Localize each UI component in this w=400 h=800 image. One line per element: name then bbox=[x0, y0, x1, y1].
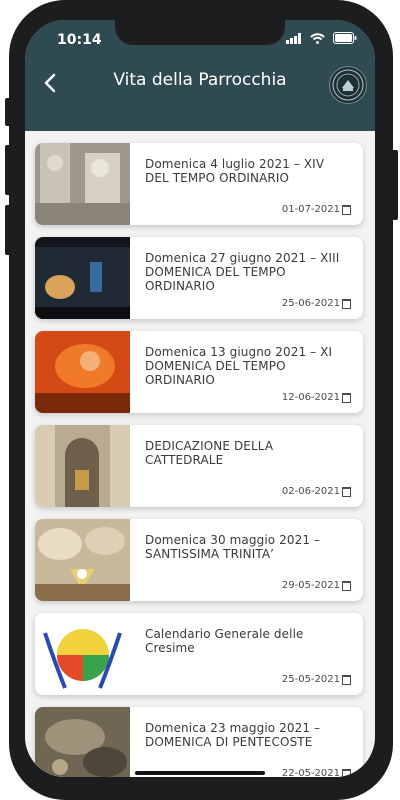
seal-graphic bbox=[332, 69, 364, 101]
power-button bbox=[392, 150, 398, 220]
post-date: 12-06-2021 bbox=[282, 392, 351, 403]
notch bbox=[115, 20, 285, 45]
post-title: Domenica 30 maggio 2021 – SANTISSIMA TRI… bbox=[145, 533, 321, 561]
calendar-icon bbox=[342, 486, 351, 497]
calendar-icon bbox=[342, 580, 351, 591]
calendar-icon bbox=[342, 768, 351, 777]
list-item[interactable]: Domenica 23 maggio 2021 – DOMENICA DI PE… bbox=[35, 707, 363, 777]
mute-switch bbox=[5, 98, 11, 126]
post-date: 02-06-2021 bbox=[282, 486, 351, 497]
thumbnail-marble-sculpture bbox=[35, 143, 130, 225]
parish-seal-icon[interactable] bbox=[329, 66, 367, 104]
post-title: Domenica 13 giugno 2021 – XI DOMENICA DE… bbox=[145, 345, 333, 387]
list-item[interactable]: Domenica 13 giugno 2021 – XI DOMENICA DE… bbox=[35, 331, 363, 413]
post-date-text: 29-05-2021 bbox=[281, 580, 340, 591]
post-date: 01-07-2021 bbox=[282, 204, 351, 215]
post-title: DEDICAZIONE DELLA CATTEDRALE bbox=[145, 439, 274, 467]
post-date-text: 25-05-2021 bbox=[281, 674, 340, 685]
thumbnail-confirmation-logo bbox=[35, 613, 130, 695]
list-item[interactable]: Calendario Generale delle Cresime 25-05-… bbox=[35, 613, 363, 695]
post-date-text: 01-07-2021 bbox=[281, 204, 340, 215]
status-icons bbox=[286, 32, 357, 44]
list-item[interactable]: DEDICAZIONE DELLA CATTEDRALE 02-06-2021 bbox=[35, 425, 363, 507]
home-indicator[interactable] bbox=[135, 771, 265, 775]
list-item[interactable]: Domenica 30 maggio 2021 – SANTISSIMA TRI… bbox=[35, 519, 363, 601]
post-title: Domenica 4 luglio 2021 – XIV DEL TEMPO O… bbox=[145, 157, 325, 185]
page-title: Vita della Parrocchia bbox=[113, 70, 287, 90]
post-title: Domenica 23 maggio 2021 – DOMENICA DI PE… bbox=[145, 721, 321, 749]
battery-icon bbox=[333, 32, 357, 44]
post-date: 25-05-2021 bbox=[282, 674, 351, 685]
calendar-icon bbox=[342, 392, 351, 403]
post-title: Calendario Generale delle Cresime bbox=[145, 627, 304, 655]
post-date: 25-06-2021 bbox=[282, 298, 351, 309]
post-date-text: 12-06-2021 bbox=[281, 392, 340, 403]
thumbnail-pentecost-painting bbox=[35, 707, 130, 777]
thumbnail-night-scene bbox=[35, 237, 130, 319]
status-time: 10:14 bbox=[57, 32, 102, 48]
thumbnail-trinity-fresco bbox=[35, 519, 130, 601]
calendar-icon bbox=[342, 204, 351, 215]
volume-up-button bbox=[5, 145, 11, 195]
post-date-text: 02-06-2021 bbox=[281, 486, 340, 497]
post-date: 29-05-2021 bbox=[282, 580, 351, 591]
volume-down-button bbox=[5, 205, 11, 255]
calendar-icon bbox=[342, 674, 351, 685]
post-date: 22-05-2021 bbox=[282, 768, 351, 777]
post-date-text: 22-05-2021 bbox=[281, 768, 340, 777]
post-list: Domenica 4 luglio 2021 – XIV DEL TEMPO O… bbox=[25, 131, 375, 777]
screen: 10:14 Vita della Parrocchia Domenica 4 l… bbox=[25, 20, 375, 777]
thumbnail-orange-painting bbox=[35, 331, 130, 413]
post-title: Domenica 27 giugno 2021 – XIII DOMENICA … bbox=[145, 251, 340, 293]
signal-icon bbox=[286, 32, 301, 44]
thumbnail-cathedral-interior bbox=[35, 425, 130, 507]
list-item[interactable]: Domenica 4 luglio 2021 – XIV DEL TEMPO O… bbox=[35, 143, 363, 225]
post-date-text: 25-06-2021 bbox=[281, 298, 340, 309]
wifi-icon bbox=[310, 32, 325, 44]
calendar-icon bbox=[342, 298, 351, 309]
app-bar: 10:14 Vita della Parrocchia bbox=[25, 20, 375, 131]
list-item[interactable]: Domenica 27 giugno 2021 – XIII DOMENICA … bbox=[35, 237, 363, 319]
